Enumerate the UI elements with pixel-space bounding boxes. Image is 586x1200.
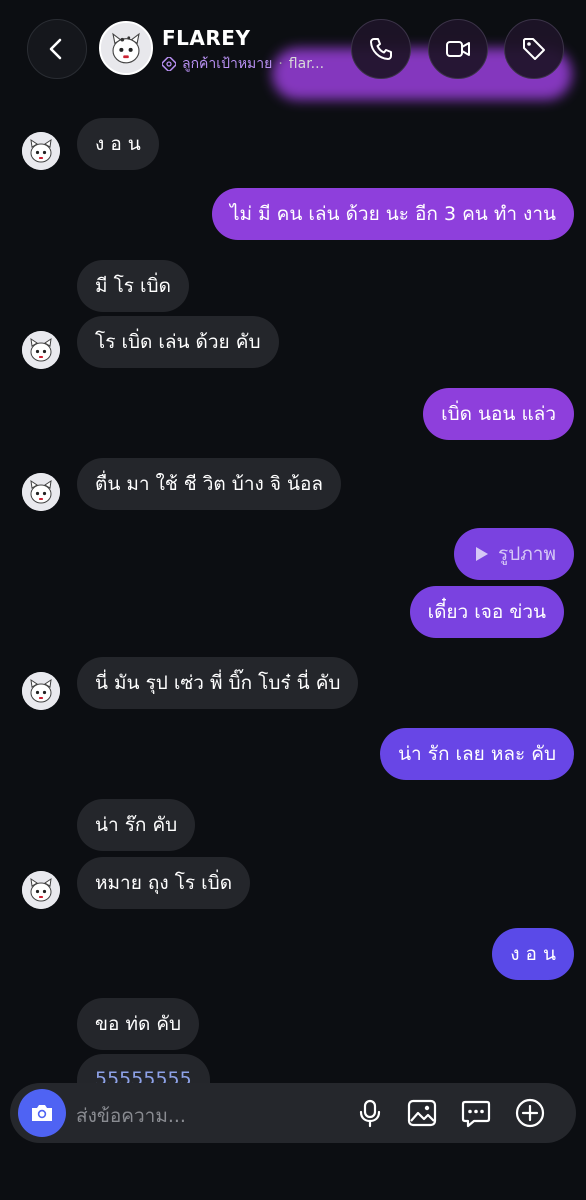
mascot-avatar-icon (101, 23, 151, 73)
sender-avatar[interactable] (22, 672, 60, 710)
image-icon[interactable] (406, 1097, 438, 1129)
message-bubble-outgoing[interactable]: ไม่ มี คน เล่น ด้วย นะ อีก 3 คน ทำ งาน (212, 188, 574, 240)
sender-avatar[interactable] (22, 132, 60, 170)
contact-subtitle: ลูกค้าเป้าหมาย · flar... (162, 53, 324, 75)
video-call-button[interactable] (428, 19, 488, 79)
mascot-avatar-icon (22, 473, 60, 511)
video-camera-icon (446, 41, 470, 57)
camera-icon (32, 1105, 52, 1121)
mascot-avatar-icon (22, 871, 60, 909)
chat-screen: FLAREY ลูกค้าเป้าหมาย · flar... ง อ น ไม… (0, 0, 586, 1200)
message-bubble-incoming[interactable]: ขอ ท่ด คับ (77, 998, 200, 1050)
message-bubble-outgoing[interactable]: ง อ น (492, 928, 574, 980)
message-bubble-outgoing[interactable]: น่า รัก เลย หละ คับ (380, 728, 574, 780)
media-message-bubble[interactable]: รูปภาพ (454, 528, 574, 580)
call-button[interactable] (351, 19, 411, 79)
message-bubble-incoming[interactable]: มี โร เบิ่ด (77, 260, 189, 312)
message-bubble-outgoing[interactable]: เบิ่ด นอน แล่ว (423, 388, 574, 440)
chat-bubble-icon[interactable] (460, 1097, 492, 1129)
camera-button[interactable] (18, 1089, 66, 1137)
mascot-avatar-icon (22, 132, 60, 170)
mascot-avatar-icon (22, 331, 60, 369)
media-label: รูปภาพ (498, 543, 556, 565)
tag-icon (523, 38, 545, 60)
message-composer: ส่งข้อความ... (10, 1083, 576, 1143)
message-bubble-incoming[interactable]: น่า ร๊ก คับ (77, 799, 196, 851)
chevron-left-icon (49, 38, 62, 60)
message-bubble-incoming[interactable]: นี่ มัน รุป เซ่ว พี่ บิ๊ก โบร๋ นี่ คับ (77, 657, 359, 709)
back-button[interactable] (27, 19, 87, 79)
message-bubble-outgoing[interactable]: เดี๋ยว เจอ ข่วน (409, 586, 564, 638)
sender-avatar[interactable] (22, 473, 60, 511)
target-badge-icon (162, 57, 176, 71)
message-bubble-incoming[interactable]: ง อ น (77, 118, 159, 170)
plus-circle-icon[interactable] (514, 1097, 546, 1129)
chat-header: FLAREY ลูกค้าเป้าหมาย · flar... (0, 0, 586, 100)
mascot-avatar-icon (22, 672, 60, 710)
microphone-icon[interactable] (354, 1097, 386, 1129)
separator: · (278, 56, 283, 72)
contact-handle: flar... (288, 56, 325, 72)
message-bubble-incoming[interactable]: โร เบิ่ด เล่น ด้วย คับ (77, 316, 279, 368)
contact-name[interactable]: FLAREY (162, 26, 250, 50)
message-bubble-incoming[interactable]: หมาย ถุง โร เบิ่ด (77, 857, 251, 909)
contact-avatar[interactable] (99, 21, 153, 75)
message-bubble-incoming[interactable]: ตื่น มา ใช้ ชี วิต บ้าง จิ น้อล (77, 458, 342, 510)
phone-icon (370, 38, 392, 60)
message-bubble-incoming[interactable]: 55555555 (77, 1054, 210, 1090)
tag-button[interactable] (504, 19, 564, 79)
play-icon (476, 547, 489, 561)
message-input[interactable]: ส่งข้อความ... (76, 1101, 186, 1131)
sender-avatar[interactable] (22, 331, 60, 369)
badge-label: ลูกค้าเป้าหมาย (182, 56, 273, 72)
sender-avatar[interactable] (22, 871, 60, 909)
